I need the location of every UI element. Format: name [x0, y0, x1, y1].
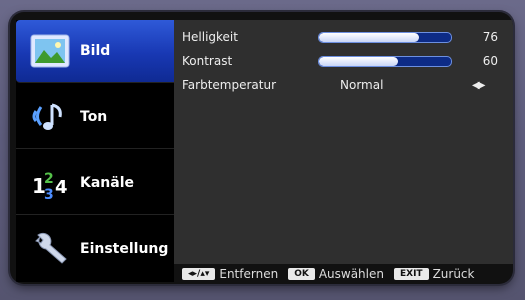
tv-menu-frame: Bild Ton 1 2 3 4 Kanäle Einstellung Hell… [10, 12, 513, 284]
svg-text:2: 2 [44, 171, 54, 187]
sidebar-item-bild[interactable]: Bild [16, 20, 174, 83]
contrast-label: Kontrast [182, 54, 233, 68]
speaker-note-icon [28, 97, 72, 137]
left-right-arrows-icon[interactable]: ◀▶ [472, 80, 485, 91]
contrast-value: 60 [482, 54, 498, 68]
sidebar-item-einstellung[interactable]: Einstellung [16, 218, 174, 280]
svg-text:3: 3 [44, 187, 54, 201]
remove-hint-label: Entfernen [219, 267, 279, 281]
sidebar-item-ton[interactable]: Ton [16, 86, 174, 149]
picture-icon [28, 31, 72, 71]
sidebar-item-label: Bild [80, 43, 111, 59]
svg-text:4: 4 [55, 177, 68, 198]
channel-numbers-icon: 1 2 3 4 [28, 163, 72, 203]
select-hint-label: Auswählen [318, 267, 384, 281]
brightness-slider[interactable] [318, 32, 452, 43]
sidebar-menu: Bild Ton 1 2 3 4 Kanäle Einstellung [16, 20, 174, 282]
ok-key-icon: OK [288, 268, 315, 280]
brightness-value: 76 [482, 30, 498, 44]
sidebar-item-kanaele[interactable]: 1 2 3 4 Kanäle [16, 152, 174, 215]
arrow-keys-icon: ◂▸/▴▾ [182, 268, 216, 280]
color-temperature-label: Farbtemperatur [182, 78, 277, 92]
wrench-icon [28, 229, 72, 269]
back-hint-label: Zurück [432, 267, 475, 281]
brightness-label: Helligkeit [182, 30, 238, 44]
sidebar-item-label: Kanäle [80, 175, 135, 191]
sidebar-item-label: Einstellung [80, 241, 169, 257]
contrast-slider[interactable] [318, 56, 452, 67]
sidebar-item-label: Ton [80, 109, 108, 125]
settings-panel: Helligkeit 76 Kontrast 60 Farbtemperatur… [174, 20, 513, 264]
footer-help-bar: ◂▸/▴▾ Entfernen OK Auswählen EXIT Zurück [174, 264, 513, 284]
contrast-slider-fill [319, 57, 399, 66]
brightness-slider-fill [319, 33, 420, 42]
exit-key-icon: EXIT [393, 268, 429, 280]
color-temperature-value: Normal [340, 78, 384, 92]
